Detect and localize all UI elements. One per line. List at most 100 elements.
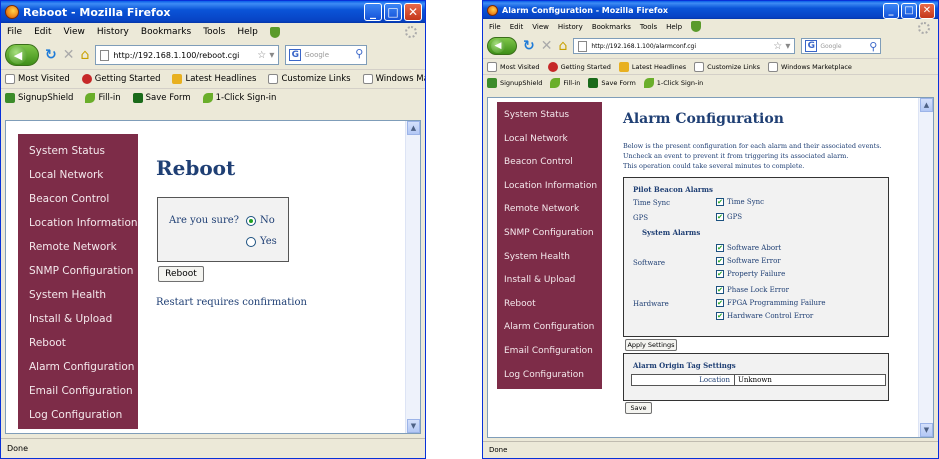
- search-icon[interactable]: ⚲: [355, 47, 363, 60]
- search-icon[interactable]: ⚲: [869, 40, 877, 53]
- sidebar-item-system-health[interactable]: System Health: [504, 252, 570, 262]
- shield-icon[interactable]: [691, 21, 702, 32]
- hardware-control-row[interactable]: ✔ Hardware Control Error: [716, 312, 813, 320]
- sidebar-item-log-configuration[interactable]: Log Configuration: [29, 409, 122, 421]
- shield-icon[interactable]: [269, 26, 280, 38]
- one-click-sign-in-button[interactable]: 1-Click Sign-in: [202, 93, 276, 103]
- save-form-button[interactable]: Save Form: [132, 93, 191, 103]
- close-button[interactable]: ✕: [919, 3, 935, 19]
- software-error-row[interactable]: ✔ Software Error: [716, 257, 781, 265]
- sidebar-item-system-status[interactable]: System Status: [29, 145, 105, 157]
- option-yes[interactable]: Yes: [246, 236, 277, 247]
- radio-yes[interactable]: [246, 236, 256, 247]
- bookmark-star-icon[interactable]: ☆ ▾: [257, 50, 274, 61]
- home-icon[interactable]: ⌂: [80, 48, 89, 62]
- sidebar-item-system-health[interactable]: System Health: [29, 289, 106, 301]
- radio-no[interactable]: [246, 215, 256, 226]
- sidebar-item-install-upload[interactable]: Install & Upload: [504, 275, 575, 285]
- time-sync-row[interactable]: ✔ Time Sync: [716, 198, 764, 206]
- menu-edit[interactable]: Edit: [34, 27, 51, 37]
- signupshield-button[interactable]: SignupShield: [5, 93, 73, 103]
- sidebar-item-location-information[interactable]: Location Information: [504, 181, 597, 191]
- back-button[interactable]: ◀: [487, 37, 517, 55]
- bookmark-getting-started[interactable]: Getting Started: [81, 74, 160, 84]
- url-bar[interactable]: http://192.168.1.100/alarmconf.cgi ☆ ▾: [573, 38, 796, 54]
- menu-file[interactable]: File: [7, 27, 22, 37]
- sidebar-item-reboot[interactable]: Reboot: [504, 299, 536, 309]
- sidebar-item-local-network[interactable]: Local Network: [29, 169, 103, 181]
- bookmark-most-visited[interactable]: Most Visited: [5, 74, 70, 84]
- google-icon[interactable]: G: [289, 49, 302, 61]
- scroll-down-icon[interactable]: ▼: [920, 423, 933, 437]
- menu-history[interactable]: History: [97, 27, 129, 37]
- sidebar-item-alarm-configuration[interactable]: Alarm Configuration: [29, 361, 134, 373]
- sidebar-item-remote-network[interactable]: Remote Network: [29, 241, 117, 253]
- bookmark-windows-marketplace[interactable]: Windows Marketplace: [362, 74, 425, 84]
- sidebar-item-remote-network[interactable]: Remote Network: [504, 204, 579, 214]
- save-form-button[interactable]: Save Form: [588, 77, 636, 88]
- stop-icon[interactable]: ✕: [63, 48, 75, 62]
- phase-lock-row[interactable]: ✔ Phase Lock Error: [716, 286, 789, 294]
- gps-checkbox[interactable]: ✔: [716, 213, 724, 221]
- software-error-checkbox[interactable]: ✔: [716, 257, 724, 265]
- location-input[interactable]: Unknown: [735, 375, 772, 385]
- fpga-checkbox[interactable]: ✔: [716, 299, 724, 307]
- property-failure-row[interactable]: ✔ Property Failure: [716, 270, 785, 278]
- sidebar-item-email-configuration[interactable]: Email Configuration: [29, 385, 133, 397]
- scroll-down-icon[interactable]: ▼: [407, 419, 420, 433]
- reboot-button[interactable]: Reboot: [158, 266, 204, 282]
- url-bar[interactable]: http://192.168.1.100/reboot.cgi ☆ ▾: [95, 45, 280, 65]
- scroll-up-icon[interactable]: ▲: [920, 98, 933, 112]
- close-button[interactable]: ✕: [404, 3, 422, 21]
- minimize-button[interactable]: _: [883, 3, 899, 19]
- gps-row[interactable]: ✔ GPS: [716, 213, 742, 221]
- bookmark-latest-headlines[interactable]: Latest Headlines: [172, 74, 256, 84]
- bookmark-latest-headlines[interactable]: Latest Headlines: [618, 61, 686, 72]
- google-icon[interactable]: G: [805, 40, 818, 52]
- bookmark-customize-links[interactable]: Customize Links: [694, 61, 760, 72]
- title-bar[interactable]: Alarm Configuration - Mozilla Firefox _ …: [483, 1, 938, 19]
- stop-icon[interactable]: ✕: [541, 39, 553, 53]
- search-input[interactable]: G Google ⚲: [801, 38, 882, 54]
- vertical-scrollbar[interactable]: ▲ ▼: [405, 121, 420, 433]
- menu-history[interactable]: History: [558, 23, 583, 31]
- bookmark-windows-marketplace[interactable]: Windows Marketplace: [768, 61, 852, 72]
- menu-help[interactable]: Help: [666, 23, 682, 31]
- sidebar-item-snmp-configuration[interactable]: SNMP Configuration: [29, 265, 133, 277]
- sidebar-item-location-information[interactable]: Location Information: [29, 217, 138, 229]
- signupshield-button[interactable]: SignupShield: [487, 77, 542, 88]
- hardware-control-checkbox[interactable]: ✔: [716, 312, 724, 320]
- home-icon[interactable]: ⌂: [558, 39, 567, 53]
- sidebar-item-snmp-configuration[interactable]: SNMP Configuration: [504, 228, 594, 238]
- maximize-button[interactable]: □: [901, 3, 917, 19]
- menu-bookmarks[interactable]: Bookmarks: [592, 23, 631, 31]
- menu-tools[interactable]: Tools: [640, 23, 657, 31]
- property-failure-checkbox[interactable]: ✔: [716, 270, 724, 278]
- sidebar-item-install-upload[interactable]: Install & Upload: [29, 313, 112, 325]
- bookmark-most-visited[interactable]: Most Visited: [487, 61, 540, 72]
- phase-lock-checkbox[interactable]: ✔: [716, 286, 724, 294]
- apply-settings-button[interactable]: Apply Settings: [625, 339, 677, 351]
- menu-edit[interactable]: Edit: [510, 23, 524, 31]
- fill-in-button[interactable]: Fill-in: [550, 77, 580, 88]
- menu-bookmarks[interactable]: Bookmarks: [141, 27, 191, 37]
- sidebar-item-log-configuration[interactable]: Log Configuration: [504, 370, 584, 380]
- sidebar-item-system-status[interactable]: System Status: [504, 110, 569, 120]
- one-click-sign-in-button[interactable]: 1-Click Sign-in: [643, 77, 703, 88]
- reload-icon[interactable]: ↻: [45, 48, 57, 62]
- fpga-row[interactable]: ✔ FPGA Programming Failure: [716, 299, 825, 307]
- sidebar-item-alarm-configuration[interactable]: Alarm Configuration: [504, 322, 594, 332]
- fill-in-button[interactable]: Fill-in: [85, 93, 121, 103]
- scroll-up-icon[interactable]: ▲: [407, 121, 420, 135]
- maximize-button[interactable]: □: [384, 3, 402, 21]
- title-bar[interactable]: Reboot - Mozilla Firefox _ □ ✕: [1, 1, 425, 23]
- minimize-button[interactable]: _: [364, 3, 382, 21]
- bookmark-customize-links[interactable]: Customize Links: [268, 74, 351, 84]
- vertical-scrollbar[interactable]: ▲ ▼: [918, 98, 933, 437]
- sidebar-item-email-configuration[interactable]: Email Configuration: [504, 346, 593, 356]
- sidebar-item-beacon-control[interactable]: Beacon Control: [504, 157, 573, 167]
- sidebar-item-local-network[interactable]: Local Network: [504, 134, 568, 144]
- menu-file[interactable]: File: [489, 23, 501, 31]
- menu-view[interactable]: View: [532, 23, 549, 31]
- time-sync-checkbox[interactable]: ✔: [716, 198, 724, 206]
